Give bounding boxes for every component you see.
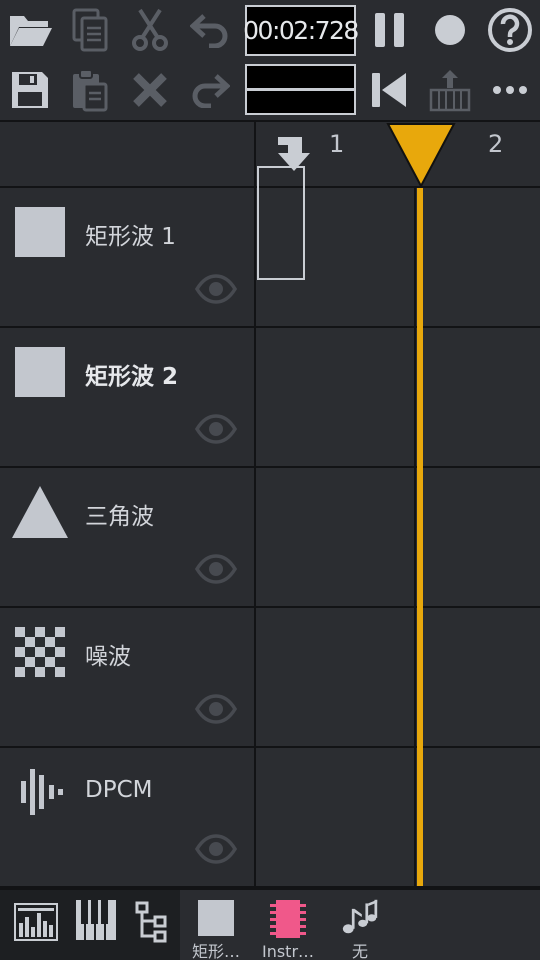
channel-name: 三角波 [85, 504, 154, 530]
playhead-marker[interactable] [386, 122, 456, 188]
column-separator [254, 188, 256, 328]
beat-separator [414, 608, 416, 748]
beat-separator [414, 188, 416, 328]
channel-list: 矩形波 1 矩形波 2 三角波 噪波 DPCM [0, 188, 540, 888]
status-box-bottom [245, 89, 356, 115]
channel-select-button[interactable]: 矩形… [180, 890, 252, 960]
view-switcher [0, 890, 180, 960]
pattern-cell[interactable] [256, 608, 540, 746]
sequencer-icon[interactable] [6, 892, 66, 952]
delete-icon [120, 60, 180, 120]
record-icon[interactable] [420, 0, 480, 60]
help-icon[interactable] [480, 0, 540, 60]
eye-icon[interactable] [195, 414, 237, 444]
channel-row: DPCM [0, 748, 540, 888]
cut-icon [120, 0, 180, 60]
bar-number-2[interactable]: 2 [488, 130, 503, 158]
toolbar: 00:02:728 [0, 0, 540, 120]
save-icon[interactable] [0, 60, 60, 120]
instrument-export-icon [420, 60, 480, 120]
eye-icon[interactable] [195, 834, 237, 864]
redo-icon [180, 60, 240, 120]
instrument-chip-icon [270, 900, 306, 938]
bottom-navigation: 矩形… Instr… 无 [0, 888, 540, 960]
dpcm-icon [14, 766, 66, 818]
channel-name: DPCM [85, 777, 153, 803]
status-box-top [245, 64, 356, 90]
piano-roll-icon[interactable] [66, 890, 126, 950]
pattern-cell[interactable] [256, 748, 540, 886]
column-separator [254, 468, 256, 608]
channel-select-label: 矩形… [191, 942, 240, 960]
noise-icon [14, 626, 66, 678]
arpeggio-select-button[interactable]: 无 [324, 890, 396, 960]
channel-row: 矩形波 2 [0, 328, 540, 468]
paste-icon [60, 60, 120, 120]
arpeggio-select-label: 无 [351, 942, 368, 960]
pattern-cell[interactable] [256, 468, 540, 606]
pause-icon[interactable] [360, 0, 420, 60]
triangle-wave-icon [12, 486, 68, 538]
more-icon[interactable] [480, 60, 540, 120]
eye-icon[interactable] [195, 694, 237, 724]
channel-name: 矩形波 1 [85, 224, 176, 250]
selection-bar: 矩形… Instr… 无 [180, 890, 540, 960]
channel-row: 三角波 [0, 468, 540, 608]
project-tree-icon[interactable] [122, 892, 182, 952]
channel-row: 噪波 [0, 608, 540, 748]
music-notes-icon [342, 899, 378, 934]
column-separator [254, 748, 256, 888]
playhead-line [417, 188, 423, 886]
beat-separator [414, 468, 416, 608]
copy-icon [60, 0, 120, 60]
column-separator [254, 608, 256, 748]
instrument-select-label: Instr… [261, 942, 315, 960]
beat-separator [414, 328, 416, 468]
time-display: 00:02:728 [243, 5, 359, 56]
beat-separator [414, 748, 416, 888]
channel-name: 噪波 [85, 644, 131, 670]
square-wave-icon [14, 346, 66, 398]
eye-icon[interactable] [195, 554, 237, 584]
undo-icon [180, 0, 240, 60]
header-divider [254, 122, 256, 188]
bar-number-1[interactable]: 1 [329, 130, 344, 158]
rewind-icon[interactable] [360, 60, 420, 120]
column-separator [254, 328, 256, 468]
channel-name: 矩形波 2 [85, 364, 179, 390]
eye-icon[interactable] [195, 274, 237, 304]
instrument-select-button[interactable]: Instr… [252, 890, 324, 960]
square-wave-icon [198, 900, 234, 936]
selected-pattern-outline[interactable] [257, 166, 305, 280]
pattern-cell[interactable] [256, 328, 540, 466]
square-wave-icon [14, 206, 66, 258]
open-folder-icon[interactable] [0, 0, 60, 60]
